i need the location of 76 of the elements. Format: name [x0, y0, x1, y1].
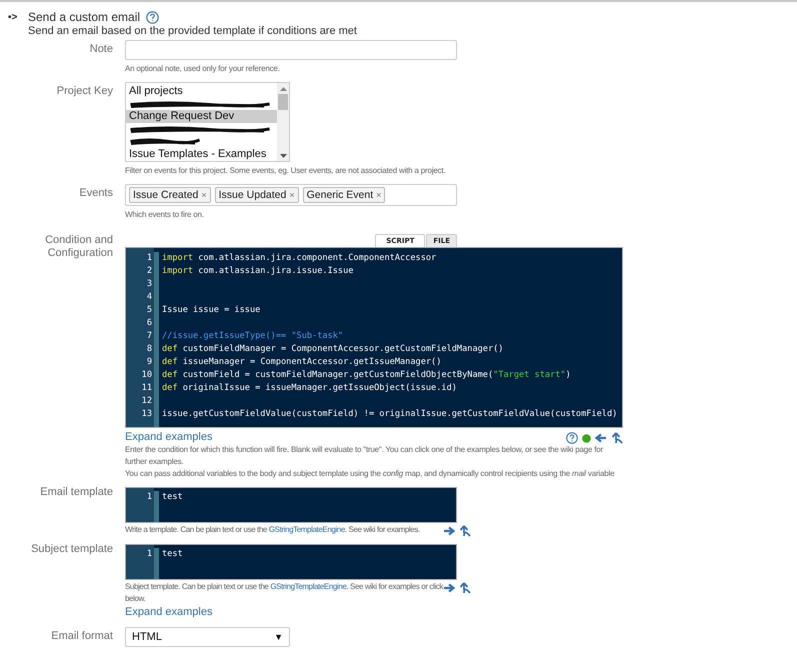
- hint-text: Write a template. Can be plain text or use the GStringTemplateEngine. See wiki for examples.: [125, 524, 421, 536]
- field-label: Condition and Configuration: [44, 233, 113, 261]
- tag-label: Generic Event: [306, 188, 374, 202]
- line-number: 1: [146, 252, 153, 265]
- field-label: Email format: [50, 629, 113, 644]
- line-number: 9: [146, 356, 153, 369]
- hint-text: Filter on events for this project. Some events, eg. User events, are not associated with a project.: [125, 165, 446, 177]
- line-number: 2: [146, 265, 153, 278]
- line-number: 5: [146, 304, 153, 317]
- line-number: 7: [146, 330, 153, 343]
- code-line: test: [162, 492, 183, 502]
- code-line: Issue issue = issue: [162, 305, 260, 315]
- note-field[interactable]: [125, 40, 457, 60]
- scrollbar[interactable]: [277, 83, 289, 161]
- list-option[interactable]: All projects: [126, 85, 277, 98]
- scroll-up-icon[interactable]: [278, 86, 288, 92]
- line-number: 1: [146, 491, 153, 504]
- arrow-right-icon[interactable]: [443, 583, 455, 593]
- code-line: import com.atlassian.jira.issue.Issue: [162, 266, 354, 276]
- template-editor[interactable]: 1 test: [125, 544, 457, 580]
- field-label: Email template: [39, 485, 113, 500]
- help-icon[interactable]: [566, 432, 578, 444]
- expand-examples-link[interactable]: Expand examples: [125, 431, 212, 443]
- scrollbar-thumb[interactable]: [278, 94, 288, 110]
- remove-tag-button[interactable]: ×: [376, 188, 382, 202]
- email-format-select[interactable]: HTML ▼: [125, 627, 290, 647]
- arrow-right-icon[interactable]: [443, 526, 455, 536]
- line-number: 8: [146, 343, 153, 356]
- tag-label: Issue Updated: [218, 188, 286, 202]
- section-description: Send an email based on the provided template if conditions are met: [28, 25, 357, 37]
- line-number: 6: [146, 317, 153, 330]
- hint-text: You can pass additional variables to the body and subject template using the config map, and dynamically control recipients using the mail variable: [125, 468, 616, 480]
- remove-tag-button[interactable]: ×: [289, 188, 295, 202]
- curved-arrow-up-icon[interactable]: [459, 582, 471, 594]
- events-field[interactable]: Issue Created × Issue Updated × Generic Event ×: [125, 184, 457, 206]
- curved-arrow-up-icon[interactable]: [611, 432, 623, 444]
- field-label: Project Key: [56, 84, 113, 99]
- hint-text: Which events to fire on.: [125, 209, 205, 221]
- template-editor[interactable]: 1 test: [125, 487, 457, 523]
- hint-text: An optional note, used only for your reference.: [125, 63, 281, 75]
- code-line: def originalIssue = issueManager.getIssueObject(issue.id): [162, 383, 457, 393]
- field-label: Note: [88, 42, 113, 57]
- code-line: def issueManager = ComponentAccessor.getIssueManager(): [162, 357, 442, 367]
- list-option[interactable]: Issue Templates - Examples: [126, 148, 277, 161]
- field-label: Subject template: [30, 542, 113, 557]
- curved-arrow-up-icon[interactable]: [459, 525, 471, 537]
- scroll-down-icon[interactable]: [278, 153, 288, 159]
- code-line: issue.getCustomFieldValue(customField) != originalIssue.getCustomFieldValue(customField): [162, 409, 618, 419]
- list-option[interactable]: Change Request Dev: [126, 110, 277, 123]
- section-title: Send a custom email: [28, 10, 140, 24]
- caret-icon: ▼: [274, 632, 283, 642]
- bullet-icon: •>: [8, 10, 20, 37]
- code-line: //issue.getIssueType()== "Sub-task": [162, 331, 344, 341]
- line-number: 1: [146, 548, 153, 561]
- expand-examples-link[interactable]: Expand examples: [125, 606, 212, 618]
- line-number: 3: [146, 278, 153, 291]
- code-editor[interactable]: [125, 247, 623, 428]
- line-number: 13: [140, 408, 153, 421]
- hint-text: Enter the condition for which this function will fire. Blank will evaluate to "true". You can click one of the examples below, or see the wiki page for further examples.: [125, 444, 604, 468]
- field-label: Events: [78, 186, 113, 201]
- code-line: def customFieldManager = ComponentAccessor.getCustomFieldManager(): [162, 344, 504, 354]
- code-line: test: [162, 549, 183, 559]
- code-line: def customField = customFieldManager.getCustomFieldObjectByName("Target start"): [162, 370, 571, 380]
- line-number: 11: [140, 382, 153, 395]
- line-number: 10: [140, 369, 153, 382]
- code-line: import com.atlassian.jira.component.ComponentAccessor: [162, 253, 436, 263]
- line-number: 12: [140, 395, 153, 408]
- remove-tag-button[interactable]: ×: [201, 188, 207, 202]
- project-listbox[interactable]: All projects Change Request Dev Issue Templates - Examples: [125, 82, 290, 162]
- line-number: 4: [146, 291, 153, 304]
- engine-link[interactable]: GStringTemplateEngine: [268, 525, 345, 534]
- tag-label: Issue Created: [133, 188, 198, 202]
- arrow-left-icon[interactable]: [595, 433, 607, 443]
- engine-link[interactable]: GStringTemplateEngine: [270, 582, 346, 591]
- hint-text: Subject template. Can be plain text or use the GStringTemplateEngine. See wiki for examples or click below.: [125, 581, 443, 605]
- help-icon[interactable]: [146, 10, 160, 24]
